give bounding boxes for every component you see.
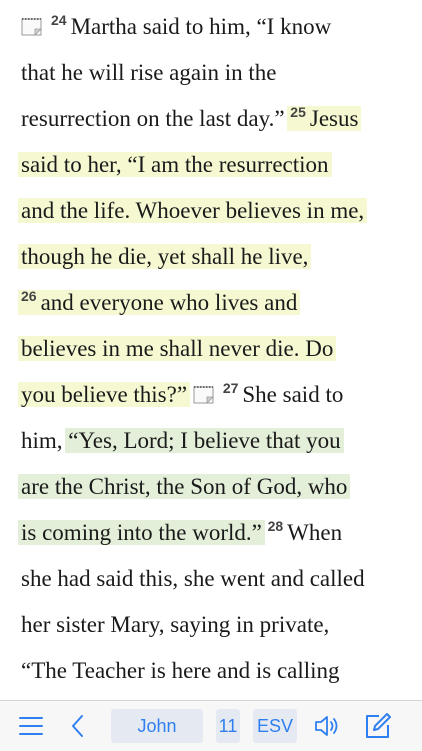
verse-text: “The Teacher is here and is calling [21,658,340,683]
text-line: him, “Yes, Lord; I believe that you [21,425,344,457]
highlighted-text: said to her, “I am the resurrection [18,152,332,177]
text-line: that he will rise again in the [21,57,276,89]
text-line: and the life. Whoever believes in me, [18,195,368,227]
text-line: though he die, yet shall he live, [18,241,312,273]
highlighted-text: are the Christ, the Son of God, who [18,474,351,499]
highlighted-text: believes in me shall never die. Do [18,336,337,361]
verse-text: she had said this, she went and called [21,566,365,591]
verse-number[interactable]: 28 [268,518,284,534]
highlighted-text: you believe this?” [18,382,191,407]
text-line: you believe this?” 27 She said to [18,379,344,411]
text-line: resurrection on the last day.” 25 Jesus [21,103,362,135]
speaker-icon[interactable] [313,714,339,743]
compose-icon[interactable] [364,712,392,745]
verse-number[interactable]: 27 [223,380,239,396]
verse-text: When [287,520,343,545]
scripture-reader[interactable]: 24 Martha said to him, “I know that he wi… [0,0,422,700]
translation-selector[interactable]: ESV [253,709,297,743]
verse-text: She said to [242,382,344,407]
text-line: her sister Mary, saying in private, [21,609,329,641]
verse-number[interactable]: 25 [290,104,306,120]
bottom-toolbar: John 11 ESV [0,700,422,751]
text-line: 26 and everyone who lives and [18,287,301,319]
verse-text: that he will rise again in the [21,60,277,85]
verse-number[interactable]: 26 [21,288,37,304]
menu-icon[interactable] [19,714,43,743]
text-line: 24 Martha said to him, “I know [21,11,331,43]
verse-text: Martha said to him, “I know [70,14,332,39]
chapter-selector[interactable]: 11 [216,709,240,743]
verse-number[interactable]: 24 [51,12,67,28]
verse-text: her sister Mary, saying in private, [21,612,330,637]
text-line: are the Christ, the Son of God, who [18,471,351,503]
highlighted-text: and the life. Whoever believes in me, [18,198,368,223]
book-selector[interactable]: John [111,709,203,743]
text-line: believes in me shall never die. Do [18,333,337,365]
text-line: is coming into the world.” 28 When [18,517,343,549]
note-icon[interactable] [193,381,215,404]
verse-text: resurrection on the last day.” [21,106,285,131]
highlighted-text: is coming into the world.” [18,520,265,545]
text-line: she had said this, she went and called [21,563,365,595]
chevron-left-icon[interactable] [70,714,86,743]
highlighted-text: “Yes, Lord; I believe that you [65,428,344,453]
note-icon[interactable] [21,13,43,36]
highlighted-text: though he die, yet shall he live, [18,244,312,269]
text-line: “The Teacher is here and is calling [21,655,340,687]
highlighted-text: and everyone who lives and [40,290,298,315]
highlighted-text: Jesus [309,106,359,131]
verse-text: him, [21,428,63,453]
text-line: said to her, “I am the resurrection [18,149,332,181]
